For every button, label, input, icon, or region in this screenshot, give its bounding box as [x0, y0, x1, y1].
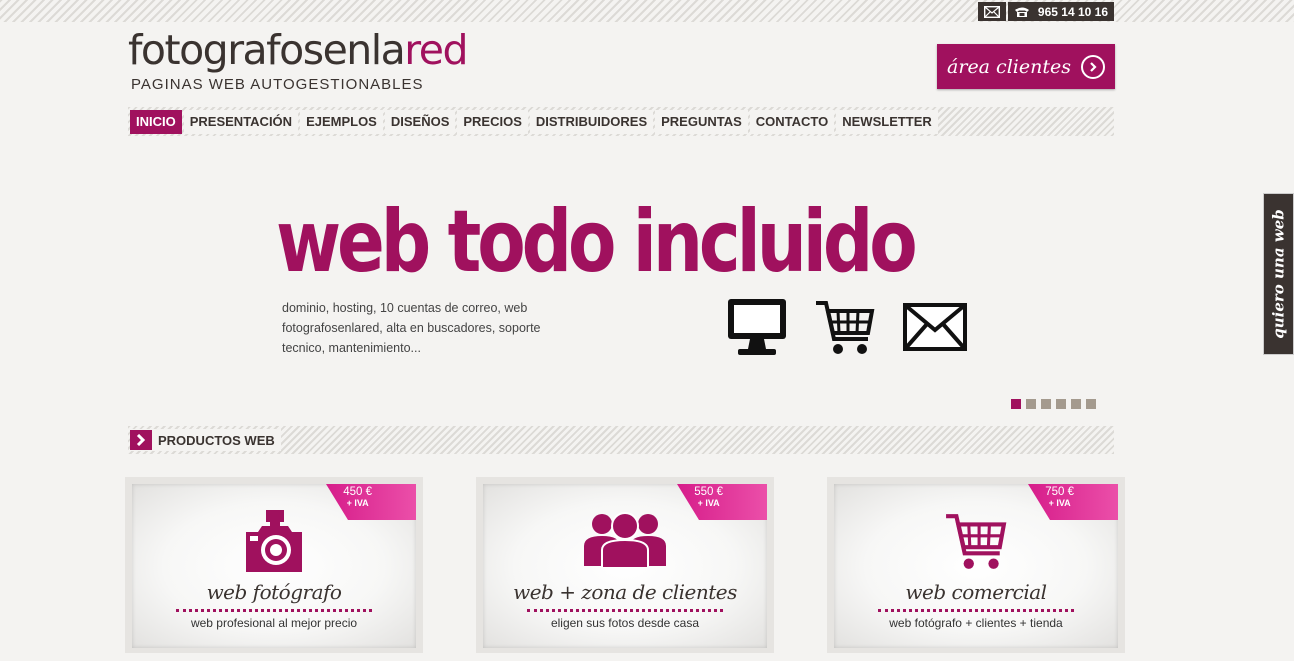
mail-icon: [903, 303, 967, 351]
quiero-una-web-tab[interactable]: quiero una web: [1263, 193, 1294, 355]
slider-dot-1[interactable]: [1011, 399, 1021, 409]
price-tag: 750 € + IVA: [1045, 486, 1074, 509]
price-tag: 550 € + IVA: [694, 486, 723, 509]
client-area-button[interactable]: área clientes: [937, 44, 1115, 89]
top-contact-bar: 965 14 10 16: [977, 2, 1114, 21]
section-title: PRODUCTOS WEB: [158, 432, 275, 448]
nav-item-preguntas[interactable]: PREGUNTAS: [655, 109, 748, 134]
product-name: web fotógrafo: [206, 580, 342, 604]
product-underline: [527, 609, 723, 612]
price-tax: + IVA: [697, 498, 720, 508]
cart-icon: [946, 514, 1007, 569]
nav-item-newsletter[interactable]: NEWSLETTER: [836, 109, 938, 134]
logo-text-main: fotografosenla: [128, 26, 406, 74]
nav-item-precios[interactable]: PRECIOS: [457, 109, 528, 134]
nav-item-distribuidores[interactable]: DISTRIBUIDORES: [529, 109, 654, 134]
hero-icons: [726, 297, 968, 359]
monitor-icon: [728, 299, 786, 355]
price-value: 750 €: [1045, 486, 1074, 498]
phone-number: 965 14 10 16: [1037, 4, 1108, 19]
logo-tagline: PAGINAS WEB AUTOGESTIONABLES: [131, 76, 424, 93]
hero-description: dominio, hosting, 10 cuentas de correo, …: [282, 301, 541, 355]
slider-dot-4[interactable]: [1056, 399, 1066, 409]
site-logo[interactable]: fotografosenlared PAGINAS WEB AUTOGESTIO…: [128, 26, 469, 93]
nav-item-ejemplos[interactable]: EJEMPLOS: [300, 109, 383, 134]
mail-link[interactable]: [977, 2, 1006, 21]
product-card-comercial[interactable]: 750 € + IVA web comercial web fotógrafo …: [827, 477, 1125, 653]
phone-chip: 965 14 10 16: [1007, 2, 1114, 21]
logo-wordmark: fotografosenlared: [128, 26, 469, 74]
product-name: web + zona de clientes: [513, 580, 737, 604]
nav-item-inicio[interactable]: INICIO: [130, 109, 182, 134]
product-underline: [878, 609, 1074, 612]
nav-item-disenos[interactable]: DISEÑOS: [384, 109, 456, 134]
main-nav: INICIO PRESENTACIÓN EJEMPLOS DISEÑOS PRE…: [128, 107, 1114, 136]
products-list: 450 € + IVA web fotógrafo web profesiona…: [125, 477, 1125, 653]
product-card-fotografo[interactable]: 450 € + IVA web fotógrafo web profesiona…: [125, 477, 423, 653]
cart-icon: [816, 301, 875, 354]
hero-title: web todo incluido: [276, 192, 918, 292]
product-card-zona-clientes[interactable]: 550 € + IVA web + zona de clientes elige…: [476, 477, 774, 653]
logo-text-accent: red: [404, 26, 468, 74]
side-tab-label: quiero una web: [1269, 209, 1288, 339]
price-tag: 450 € + IVA: [343, 486, 372, 509]
client-area-label: área clientes: [947, 55, 1071, 78]
price-tax: + IVA: [1048, 498, 1071, 508]
camera-icon: [246, 510, 302, 572]
phone-icon: [1014, 7, 1029, 17]
products-section-header: PRODUCTOS WEB: [128, 426, 1114, 454]
price-tax: + IVA: [346, 498, 369, 508]
slider-dot-3[interactable]: [1041, 399, 1051, 409]
slider-dot-2[interactable]: [1026, 399, 1036, 409]
slider-pagination: [1011, 399, 1096, 409]
product-description: eligen sus fotos desde casa: [550, 616, 700, 630]
price-value: 550 €: [694, 486, 723, 498]
slider-dot-6[interactable]: [1086, 399, 1096, 409]
people-icon: [584, 512, 666, 568]
price-value: 450 €: [343, 486, 372, 498]
envelope-icon: [983, 5, 1000, 18]
slider-dot-5[interactable]: [1071, 399, 1081, 409]
chevron-right-circle-icon: [1080, 54, 1105, 79]
chevron-right-icon: [130, 430, 152, 450]
product-description: web fotógrafo + clientes + tienda: [889, 616, 1063, 630]
product-name: web comercial: [905, 580, 1047, 604]
product-description: web profesional al mejor precio: [190, 616, 358, 630]
product-underline: [176, 609, 372, 612]
nav-item-presentacion[interactable]: PRESENTACIÓN: [183, 109, 299, 134]
nav-item-contacto[interactable]: CONTACTO: [749, 109, 835, 134]
